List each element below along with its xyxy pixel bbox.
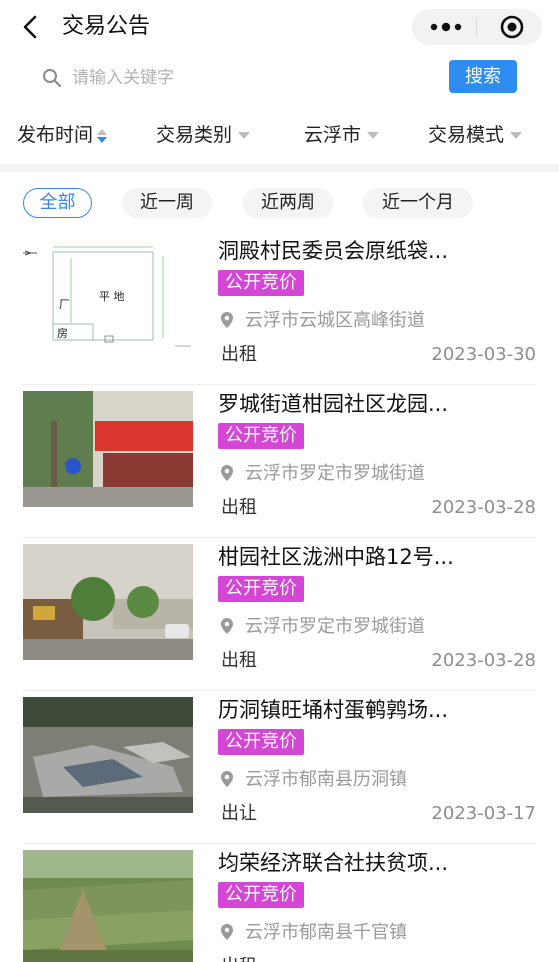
filter-city[interactable]: 云浮市 bbox=[304, 122, 380, 148]
listing-title: 均荣经济联合社扶贫项... bbox=[218, 851, 449, 875]
tab-last-two-weeks[interactable]: 近两周 bbox=[243, 188, 333, 218]
listing-title: 历洞镇旺埇村蛋鹌鹑场... bbox=[218, 698, 449, 722]
location-pin-icon bbox=[221, 312, 233, 328]
listing-title: 洞殿村民委员会原纸袋... bbox=[218, 239, 449, 263]
search-icon bbox=[43, 69, 62, 88]
status-badge: 公开竞价 bbox=[218, 423, 304, 449]
publish-date: 2023-03-17 bbox=[431, 803, 536, 824]
filter-label: 交易类别 bbox=[156, 124, 233, 146]
status-badge: 公开竞价 bbox=[218, 882, 304, 908]
listing-thumbnail bbox=[23, 697, 193, 813]
trade-type: 出租 bbox=[221, 650, 257, 671]
location-text: 云浮市郁南县千官镇 bbox=[245, 922, 407, 943]
list-item[interactable]: 历洞镇旺埇村蛋鹌鹑场... 公开竞价 云浮市郁南县历洞镇 出让 2023-03-… bbox=[0, 691, 559, 844]
chevron-left-icon[interactable] bbox=[20, 14, 42, 40]
listing-title: 柑园社区泷洲中路12号... bbox=[218, 545, 454, 569]
time-range-tabs: 全部 近一周 近两周 近一个月 bbox=[0, 184, 559, 224]
location-text: 云浮市云城区高峰街道 bbox=[245, 310, 425, 331]
plan-label-room: 房 bbox=[57, 327, 68, 340]
listing-location: 云浮市郁南县千官镇 bbox=[218, 920, 407, 946]
tab-last-month[interactable]: 近一个月 bbox=[363, 188, 473, 218]
caret-down-icon bbox=[238, 132, 251, 139]
tab-all[interactable]: 全部 bbox=[23, 188, 92, 218]
filter-publish-time[interactable]: 发布时间 bbox=[17, 122, 108, 148]
listing-title: 罗城街道柑园社区龙园... bbox=[218, 392, 449, 416]
trade-type: 出租 bbox=[221, 497, 257, 518]
plan-label-factory: 厂 bbox=[59, 298, 70, 311]
publish-date: 2023-03-28 bbox=[431, 497, 536, 518]
page-title: 交易公告 bbox=[62, 14, 151, 39]
list-item[interactable]: 均荣经济联合社扶贫项... 公开竞价 云浮市郁南县千官镇 出租 bbox=[0, 844, 559, 962]
mini-program-capsule bbox=[412, 9, 542, 45]
listing-location: 云浮市郁南县历洞镇 bbox=[218, 767, 407, 793]
filter-label: 云浮市 bbox=[304, 124, 362, 146]
trade-type: 出租 bbox=[221, 344, 257, 365]
location-text: 云浮市罗定市罗城街道 bbox=[245, 463, 425, 484]
publish-date: 2023-03-30 bbox=[431, 344, 536, 365]
list-item[interactable]: 罗城街道柑园社区龙园... 公开竞价 云浮市罗定市罗城街道 出租 2023-03… bbox=[0, 385, 559, 538]
trade-type: 出租 bbox=[221, 954, 257, 962]
caret-down-icon bbox=[510, 132, 523, 139]
listing-thumbnail bbox=[23, 391, 193, 507]
listing-location: 云浮市罗定市罗城街道 bbox=[218, 614, 425, 640]
tab-last-week[interactable]: 近一周 bbox=[122, 188, 212, 218]
filter-trade-category[interactable]: 交易类别 bbox=[156, 122, 251, 148]
status-badge: 公开竞价 bbox=[218, 576, 304, 602]
plan-label-flat: 平 地 bbox=[99, 290, 125, 303]
list-item[interactable]: 平 地 厂 房 洞殿村民委员会原纸袋... 公开竞价 云浮市云城区高峰街道 出租… bbox=[0, 232, 559, 385]
filter-bar: 发布时间 交易类别 云浮市 交易模式 bbox=[0, 112, 559, 158]
location-text: 云浮市罗定市罗城街道 bbox=[245, 616, 425, 637]
publish-date: 2023-03-28 bbox=[431, 650, 536, 671]
top-bar: 交易公告 bbox=[0, 0, 559, 56]
location-pin-icon bbox=[221, 771, 233, 787]
listing-thumbnail bbox=[23, 544, 193, 660]
more-dots-icon[interactable] bbox=[426, 17, 466, 37]
capsule-divider bbox=[476, 18, 477, 36]
location-pin-icon bbox=[221, 924, 233, 940]
sort-icon bbox=[97, 128, 108, 143]
search-bar: 搜索 bbox=[0, 56, 559, 100]
listing-thumbnail bbox=[23, 850, 193, 962]
status-badge: 公开竞价 bbox=[218, 729, 304, 755]
list-item[interactable]: 柑园社区泷洲中路12号... 公开竞价 云浮市罗定市罗城街道 出租 2023-0… bbox=[0, 538, 559, 691]
status-badge: 公开竞价 bbox=[218, 270, 304, 296]
search-input[interactable] bbox=[72, 64, 432, 92]
section-divider bbox=[0, 164, 559, 172]
filter-trade-mode[interactable]: 交易模式 bbox=[428, 122, 523, 148]
listing-thumbnail: 平 地 厂 房 bbox=[23, 238, 193, 354]
location-pin-icon bbox=[221, 465, 233, 481]
listing-location: 云浮市罗定市罗城街道 bbox=[218, 461, 425, 487]
location-text: 云浮市郁南县历洞镇 bbox=[245, 769, 407, 790]
listing-location: 云浮市云城区高峰街道 bbox=[218, 308, 425, 334]
trade-type: 出让 bbox=[221, 803, 257, 824]
caret-down-icon bbox=[367, 132, 380, 139]
search-button[interactable]: 搜索 bbox=[449, 60, 517, 93]
filter-label: 发布时间 bbox=[17, 124, 94, 146]
location-pin-icon bbox=[221, 618, 233, 634]
filter-label: 交易模式 bbox=[428, 124, 505, 146]
target-icon[interactable] bbox=[500, 15, 524, 39]
